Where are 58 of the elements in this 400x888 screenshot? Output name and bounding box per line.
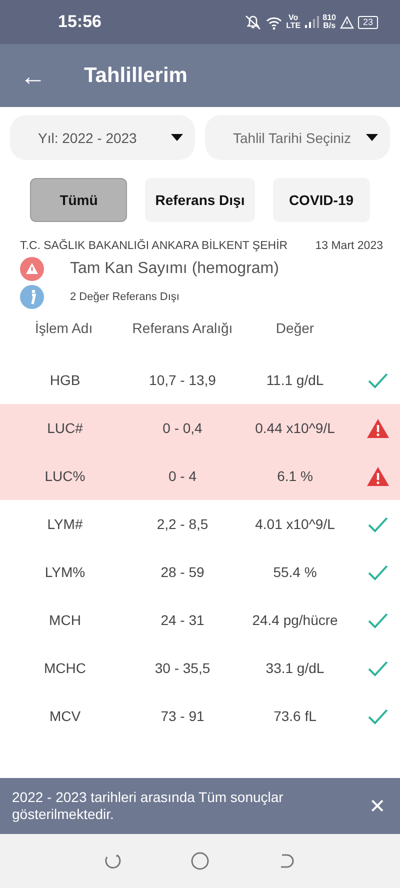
report-date: 13 Mart 2023 xyxy=(315,240,383,252)
lte-label: LTE xyxy=(286,22,301,30)
warning-icon xyxy=(340,16,354,28)
signal-icon xyxy=(304,16,319,28)
table-cell-text: MCH xyxy=(48,612,82,628)
info-icon xyxy=(20,285,44,309)
page-title: Tahlillerim xyxy=(84,64,188,88)
table-cell-text: 0 - 0,4 xyxy=(162,420,204,436)
warning-icon xyxy=(366,418,388,438)
table-cell-text: 24.4 pg/hücre xyxy=(251,612,339,628)
filter-tab[interactable]: Tümü xyxy=(30,178,128,222)
battery-level: 23 xyxy=(358,16,378,28)
table-cell-text: MCV xyxy=(48,708,82,724)
table-cell-text: 33.1 g/dL xyxy=(264,660,326,676)
filter-tab[interactable]: COVID-19 xyxy=(272,178,370,222)
hospital-name: T.C. SAĞLIK BAKANLIĞI ANKARA BİLKENT ŞEHİR xyxy=(20,240,288,252)
table-cell-text: 10,7 - 13,9 xyxy=(148,372,217,388)
table-cell-text: 73 - 91 xyxy=(160,708,206,724)
volte-label: Vo xyxy=(288,14,300,22)
warning-icon xyxy=(366,466,388,486)
table-cell-text: 6.1 % xyxy=(276,468,314,484)
speed-unit: B/s xyxy=(322,22,336,30)
table-cell-text: 0.44 x10^9/L xyxy=(254,420,336,436)
table-cell-text: LUC# xyxy=(46,420,84,436)
dropdown-caret-icon xyxy=(171,134,183,141)
close-button[interactable]: ✕ xyxy=(369,794,386,818)
clock: 15:56 xyxy=(58,12,102,32)
column-header: İşlem Adı xyxy=(34,320,94,336)
muted-bell-icon xyxy=(244,14,262,30)
out-of-range-note: 2 Değer Referans Dışı xyxy=(70,291,180,303)
table-cell-text: 4.01 x10^9/L xyxy=(254,516,336,532)
table-cell-text: 2,2 - 8,5 xyxy=(156,516,210,532)
warning-icon xyxy=(20,257,44,281)
dropdown-caret-icon xyxy=(366,134,378,141)
column-header: Değer xyxy=(274,320,316,336)
table-cell-text: HGB xyxy=(48,372,82,388)
table-cell-text: 28 - 59 xyxy=(160,564,206,580)
table-cell-text: LYM% xyxy=(44,564,86,580)
table-cell-text: LYM# xyxy=(46,516,84,532)
wifi-icon xyxy=(266,14,282,30)
test-name: Tam Kan Sayımı (hemogram) xyxy=(70,260,279,278)
table-cell-text: 24 - 31 xyxy=(160,612,206,628)
dropdown-field[interactable]: Yıl: 2022 - 2023 xyxy=(10,115,195,160)
table-cell-text: 0 - 4 xyxy=(167,468,198,484)
back-button[interactable]: ← xyxy=(20,62,46,88)
table-cell-text: 11.1 g/dL xyxy=(265,372,325,388)
table-cell-text: 55.4 % xyxy=(272,564,318,580)
speed-value: 810 xyxy=(322,14,336,22)
table-cell-text: 30 - 35,5 xyxy=(154,660,212,676)
table-cell-text: MCHC xyxy=(43,660,87,676)
home-icon[interactable] xyxy=(190,852,209,870)
recents-icon[interactable] xyxy=(104,852,122,870)
filter-tab[interactable]: Referans Dışı xyxy=(145,178,255,222)
table-cell-text: 73.6 fL xyxy=(272,708,318,724)
column-header: Referans Aralığı xyxy=(131,320,234,336)
dropdown-field[interactable]: Tahlil Tarihi Seçiniz xyxy=(205,115,390,160)
table-cell-text: LUC% xyxy=(44,468,86,484)
snackbar-message: 2022 - 2023 tarihleri arasında Tüm sonuçlar gösterilmektedir. xyxy=(12,789,284,823)
